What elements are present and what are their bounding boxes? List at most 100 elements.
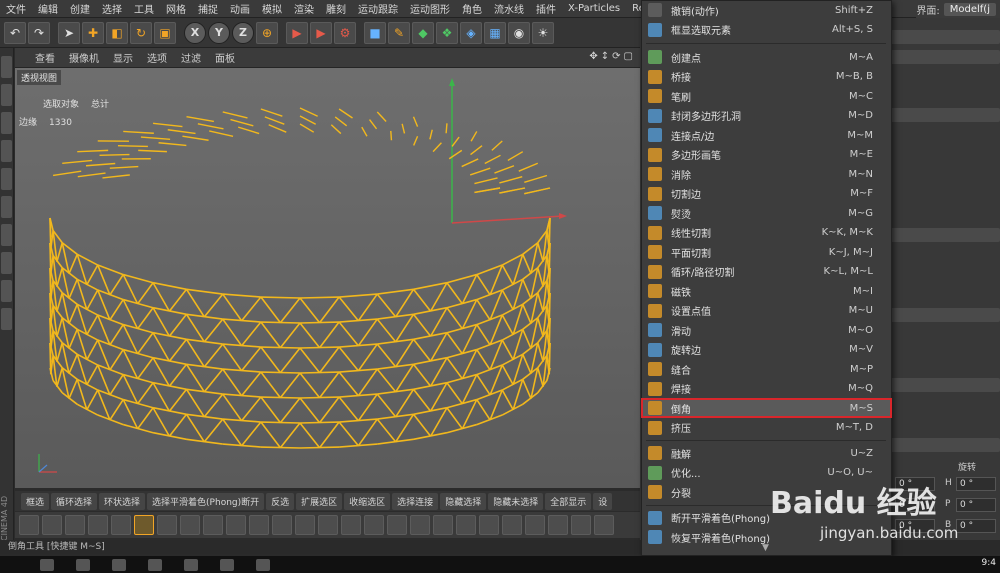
matrix-extrude-tool-icon[interactable] <box>203 515 223 535</box>
menu-item[interactable]: 运动图形 <box>404 1 456 16</box>
mode-lock-icon[interactable] <box>1 308 12 330</box>
context-menu-item[interactable]: 桥接 M~B, B <box>642 68 891 86</box>
context-menu-item[interactable]: 平面切割 K~J, M~J <box>642 243 891 261</box>
context-menu-item[interactable]: 熨烫 M~G <box>642 204 891 222</box>
render-picture-viewer-icon[interactable]: ▶ <box>310 21 332 44</box>
viewport-menu-item[interactable]: 显示 <box>113 50 133 65</box>
weld-tool-icon[interactable] <box>111 515 131 535</box>
context-menu-item[interactable]: 磁铁 M~I <box>642 282 891 300</box>
bridge-tool-icon[interactable] <box>65 515 85 535</box>
move-icon[interactable]: ✚ <box>82 21 104 44</box>
context-menu-item[interactable]: 循环/路径切割 K~L, M~L <box>642 263 891 281</box>
menu-item[interactable]: 模拟 <box>256 1 288 16</box>
smooth-shift-tool-icon[interactable] <box>226 515 246 535</box>
mode-polygons-icon[interactable] <box>1 224 12 246</box>
slide-tool-icon[interactable] <box>433 515 453 535</box>
layout-value[interactable]: Modelf(j <box>943 2 996 16</box>
render-view-icon[interactable]: ▶ <box>286 21 308 44</box>
edge-browser-icon[interactable] <box>76 558 90 571</box>
menu-item[interactable]: 渲染 <box>288 1 320 16</box>
x-axis-handle[interactable] <box>451 215 564 224</box>
menu-item[interactable]: 运动跟踪 <box>352 1 404 16</box>
modebar-button[interactable]: 选择平滑着色(Phong)断开 <box>147 492 265 510</box>
context-menu-item[interactable]: 滑动 M~O <box>642 321 891 339</box>
context-menu-item[interactable]: 封闭多边形孔洞 M~D <box>642 107 891 125</box>
mode-workplane-icon[interactable] <box>1 140 12 162</box>
pen-icon[interactable]: ✎ <box>388 21 410 44</box>
context-menu-item[interactable]: 缝合 M~P <box>642 360 891 378</box>
modebar-button[interactable]: 环状选择 <box>99 492 146 510</box>
menu-item[interactable]: 动画 <box>224 1 256 16</box>
modebar-button[interactable]: 收缩选区 <box>344 492 391 510</box>
mirror-tool-icon[interactable] <box>364 515 384 535</box>
mode-points-icon[interactable] <box>1 168 12 190</box>
extrude-tool-icon[interactable] <box>157 515 177 535</box>
ring-wireframe[interactable] <box>49 107 551 449</box>
mode-model-icon[interactable] <box>1 84 12 106</box>
y-axis-arrow-icon[interactable] <box>449 78 455 86</box>
viewport-menu-item[interactable]: 过滤 <box>181 50 201 65</box>
perspective-viewport[interactable]: 透视视图 选取对象 总计 边缘 1330 <box>15 68 640 488</box>
folder-icon[interactable] <box>148 558 162 571</box>
normal-scale-tool-icon[interactable] <box>272 515 292 535</box>
viewport-menu-item[interactable]: 查看 <box>35 50 55 65</box>
cube-icon[interactable]: ■ <box>364 21 386 44</box>
select-arrow-icon[interactable]: ➤ <box>58 21 80 44</box>
extrude-inner-tool-icon[interactable] <box>180 515 200 535</box>
floor-icon[interactable]: ▦ <box>484 21 506 44</box>
context-menu-item[interactable]: 撤销(动作) Shift+Z <box>642 1 891 19</box>
menu-item[interactable]: 选择 <box>96 1 128 16</box>
photo-app-icon[interactable] <box>256 558 270 571</box>
render-settings-icon[interactable]: ⚙ <box>334 21 356 44</box>
redo-icon[interactable]: ↷ <box>28 21 50 44</box>
rotate-icon[interactable]: ↻ <box>130 21 152 44</box>
modebar-button[interactable]: 选择连接 <box>392 492 439 510</box>
calculator-icon[interactable] <box>112 558 126 571</box>
y-axis-lock-icon[interactable]: Y <box>208 21 230 44</box>
z-axis-lock-icon[interactable]: Z <box>232 21 254 44</box>
mode-texture-icon[interactable] <box>1 112 12 134</box>
scale-icon[interactable]: ◧ <box>106 21 128 44</box>
modebar-button[interactable]: 设 <box>593 492 613 510</box>
normal-rotate-tool-icon[interactable] <box>295 515 315 535</box>
untriangulate-tool-icon[interactable] <box>525 515 545 535</box>
modebar-button[interactable]: 隐藏未选择 <box>488 492 544 510</box>
menu-item[interactable]: 捕捉 <box>192 1 224 16</box>
mode-axis-icon[interactable] <box>1 252 12 274</box>
subdivision-icon[interactable]: ◆ <box>412 21 434 44</box>
reverse-normals-tool-icon[interactable] <box>341 515 361 535</box>
context-menu-item[interactable]: 焊接 M~Q <box>642 380 891 398</box>
menu-item[interactable]: 创建 <box>64 1 96 16</box>
menu-item[interactable]: 工具 <box>128 1 160 16</box>
context-menu-item[interactable]: 切割边 M~F <box>642 185 891 203</box>
dissolve-tool-icon[interactable] <box>410 515 430 535</box>
subdivide-tool-icon[interactable] <box>479 515 499 535</box>
normal-move-tool-icon[interactable] <box>249 515 269 535</box>
menu-item[interactable]: 雕刻 <box>320 1 352 16</box>
mode-snap-icon[interactable] <box>1 280 12 302</box>
align-normals-tool-icon[interactable] <box>318 515 338 535</box>
deformer-icon[interactable]: ◈ <box>460 21 482 44</box>
modebar-button[interactable]: 隐藏选择 <box>440 492 487 510</box>
context-menu-item[interactable]: 连接点/边 M~M <box>642 126 891 144</box>
undo-icon[interactable]: ↶ <box>4 21 26 44</box>
uv-tool-icon[interactable] <box>548 515 568 535</box>
context-menu-item[interactable]: 创建点 M~A <box>642 48 891 66</box>
viewport-menu-item[interactable]: 选项 <box>147 50 167 65</box>
camera-icon[interactable]: ◉ <box>508 21 530 44</box>
modebar-button[interactable]: 全部显示 <box>545 492 592 510</box>
context-menu-item[interactable]: 线性切割 K~K, M~K <box>642 224 891 242</box>
coordinate-system-icon[interactable]: ⊕ <box>256 21 278 44</box>
viewport-menu-item[interactable]: 摄像机 <box>69 50 99 65</box>
clone-tool-icon[interactable] <box>387 515 407 535</box>
menu-item[interactable]: 流水线 <box>488 1 530 16</box>
light-icon[interactable]: ☀ <box>532 21 554 44</box>
split-tool-icon[interactable] <box>456 515 476 535</box>
polygon-pen-tool-icon[interactable] <box>42 515 62 535</box>
object-icon[interactable]: ▣ <box>154 21 176 44</box>
context-menu-item[interactable]: 笔刷 M~C <box>642 87 891 105</box>
collapse-tool-icon[interactable] <box>594 515 614 535</box>
context-menu-item[interactable]: 设置点值 M~U <box>642 302 891 320</box>
array-icon[interactable]: ❖ <box>436 21 458 44</box>
menu-item[interactable]: 编辑 <box>32 1 64 16</box>
